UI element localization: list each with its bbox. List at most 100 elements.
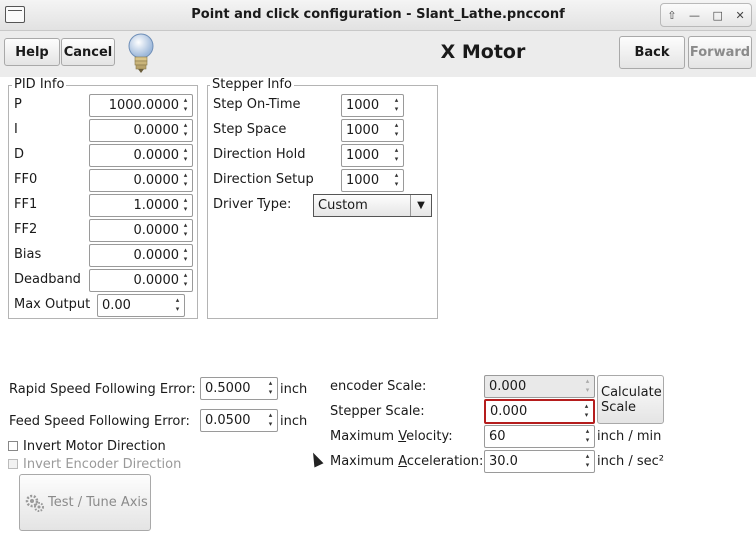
- pid-label-deadband: Deadband: [14, 272, 81, 287]
- help-button[interactable]: Help: [4, 38, 60, 66]
- pid-ff0-value: 0.0000: [133, 173, 180, 188]
- step-space-spin[interactable]: 1000 ▴ ▾: [341, 119, 404, 142]
- pid-label-bias: Bias: [14, 247, 42, 262]
- calculate-scale-label-2: Scale: [601, 399, 636, 415]
- gears-icon: [24, 492, 46, 514]
- spin-arrows-icon[interactable]: ▴ ▾: [181, 246, 190, 265]
- pid-p-spin[interactable]: 1000.0000 ▴ ▾: [89, 94, 193, 117]
- step-on-time-value: 1000: [346, 98, 380, 113]
- rapid-following-error-unit: inch: [280, 382, 308, 397]
- encoder-scale-value: 0.000: [489, 379, 527, 394]
- max-velocity-unit: inch / min: [597, 429, 662, 444]
- driver-type-label: Driver Type:: [213, 197, 292, 212]
- spin-arrows-icon[interactable]: ▴ ▾: [392, 96, 401, 115]
- pid-label-i: I: [14, 122, 18, 137]
- calculate-scale-button[interactable]: Calculate Scale: [597, 375, 664, 424]
- pid-label-d: D: [14, 147, 25, 162]
- encoder-scale-label: encoder Scale:: [330, 379, 427, 394]
- step-on-time-spin[interactable]: 1000 ▴ ▾: [341, 94, 404, 117]
- max-velocity-value: 60: [489, 429, 506, 444]
- spin-arrows-icon[interactable]: ▴ ▾: [181, 271, 190, 290]
- max-acceleration-spin[interactable]: 30.0 ▴ ▾: [484, 450, 595, 473]
- direction-hold-spin[interactable]: 1000 ▴ ▾: [341, 144, 404, 167]
- rapid-following-error-label: Rapid Speed Following Error:: [9, 382, 196, 397]
- spin-arrows-icon[interactable]: ▴ ▾: [392, 146, 401, 165]
- pid-ff2-spin[interactable]: 0.0000 ▴ ▾: [89, 219, 193, 242]
- spin-arrows-icon[interactable]: ▴ ▾: [181, 221, 190, 240]
- spin-arrows-icon[interactable]: ▴ ▾: [392, 121, 401, 140]
- feed-following-error-label: Feed Speed Following Error:: [9, 414, 190, 429]
- max-acceleration-label: Maximum Acceleration:: [330, 454, 483, 469]
- spin-arrows-icon[interactable]: ▴ ▾: [181, 196, 190, 215]
- pid-label-ff1: FF1: [14, 197, 38, 212]
- invert-motor-label: Invert Motor Direction: [23, 439, 166, 454]
- invert-encoder-label: Invert Encoder Direction: [23, 457, 182, 472]
- stepper-scale-value: 0.000: [490, 404, 528, 419]
- stepper-label-direction-setup: Direction Setup: [213, 172, 314, 187]
- pid-d-spin[interactable]: 0.0000 ▴ ▾: [89, 144, 193, 167]
- test-tune-axis-button: Test / Tune Axis: [19, 474, 151, 531]
- pid-bias-spin[interactable]: 0.0000 ▴ ▾: [89, 244, 193, 267]
- spin-arrows-icon[interactable]: ▴ ▾: [266, 379, 275, 398]
- encoder-scale-spin: 0.000 ▴ ▾: [484, 375, 595, 398]
- spin-arrows-icon[interactable]: ▴ ▾: [392, 171, 401, 190]
- max-velocity-label-post: elocity:: [406, 429, 453, 444]
- pid-p-value: 1000.0000: [108, 98, 179, 113]
- stepper-label-step-space: Step Space: [213, 122, 287, 137]
- pid-ff1-value: 1.0000: [133, 198, 180, 213]
- spin-arrows-icon[interactable]: ▴ ▾: [181, 171, 190, 190]
- mouse-cursor-icon: [308, 450, 324, 468]
- calculate-scale-label-1: Calculate: [601, 384, 662, 400]
- feed-following-error-unit: inch: [280, 414, 308, 429]
- pid-deadband-spin[interactable]: 0.0000 ▴ ▾: [89, 269, 193, 292]
- driver-type-value: Custom: [318, 198, 368, 213]
- feed-following-error-spin[interactable]: 0.0500 ▴ ▾: [200, 409, 278, 432]
- spin-arrows-icon[interactable]: ▴ ▾: [582, 402, 591, 421]
- maximize-icon[interactable]: □: [713, 9, 723, 22]
- spin-arrows-icon[interactable]: ▴ ▾: [173, 296, 182, 315]
- pid-ff0-spin[interactable]: 0.0000 ▴ ▾: [89, 169, 193, 192]
- max-acceleration-label-post: cceleration:: [406, 454, 484, 469]
- spin-arrows-icon[interactable]: ▴ ▾: [181, 96, 190, 115]
- stepper-info-legend: Stepper Info: [210, 77, 294, 92]
- lightbulb-icon: [124, 31, 158, 76]
- max-output-spin[interactable]: 0.00 ▴ ▾: [97, 294, 185, 317]
- test-tune-axis-label: Test / Tune Axis: [48, 495, 148, 510]
- spin-arrows-icon[interactable]: ▴ ▾: [583, 427, 592, 446]
- pid-bias-value: 0.0000: [133, 248, 180, 263]
- invert-motor-checkbox[interactable]: [8, 441, 18, 451]
- back-button[interactable]: Back: [619, 36, 685, 69]
- pid-label-p: P: [14, 97, 22, 112]
- pid-i-spin[interactable]: 0.0000 ▴ ▾: [89, 119, 193, 142]
- driver-type-combo[interactable]: Custom ▼: [313, 194, 432, 217]
- stepper-scale-label: Stepper Scale:: [330, 404, 425, 419]
- minimize-icon[interactable]: —: [689, 9, 700, 22]
- max-output-value: 0.00: [102, 298, 131, 313]
- stepper-label-step-on-time: Step On-Time: [213, 97, 301, 112]
- up-icon[interactable]: ⇧: [667, 9, 676, 22]
- pid-deadband-value: 0.0000: [133, 273, 180, 288]
- invert-encoder-checkbox: [8, 459, 18, 469]
- page-title: X Motor: [440, 41, 526, 63]
- spin-arrows-icon[interactable]: ▴ ▾: [583, 452, 592, 471]
- spin-arrows-icon[interactable]: ▴ ▾: [266, 411, 275, 430]
- window-title: Point and click configuration - Slant_La…: [191, 7, 565, 22]
- pid-i-value: 0.0000: [133, 123, 180, 138]
- max-velocity-spin[interactable]: 60 ▴ ▾: [484, 425, 595, 448]
- cancel-button[interactable]: Cancel: [61, 38, 115, 66]
- stepper-scale-spin[interactable]: 0.000 ▴ ▾: [484, 399, 595, 424]
- direction-setup-spin[interactable]: 1000 ▴ ▾: [341, 169, 404, 192]
- feed-following-error-value: 0.0500: [205, 413, 251, 428]
- spin-arrows-icon[interactable]: ▴ ▾: [181, 146, 190, 165]
- window-controls: ⇧ — □ ✕: [660, 3, 752, 27]
- max-velocity-label: Maximum Velocity:: [330, 429, 453, 444]
- max-velocity-mnemonic: V: [398, 429, 407, 444]
- chevron-down-icon[interactable]: ▼: [410, 195, 431, 216]
- pid-label-ff2: FF2: [14, 222, 38, 237]
- close-icon[interactable]: ✕: [735, 9, 744, 22]
- pid-info-legend: PID Info: [12, 77, 67, 92]
- pid-ff1-spin[interactable]: 1.0000 ▴ ▾: [89, 194, 193, 217]
- rapid-following-error-spin[interactable]: 0.5000 ▴ ▾: [200, 377, 278, 400]
- max-velocity-label-pre: Maximum: [330, 429, 399, 444]
- spin-arrows-icon[interactable]: ▴ ▾: [181, 121, 190, 140]
